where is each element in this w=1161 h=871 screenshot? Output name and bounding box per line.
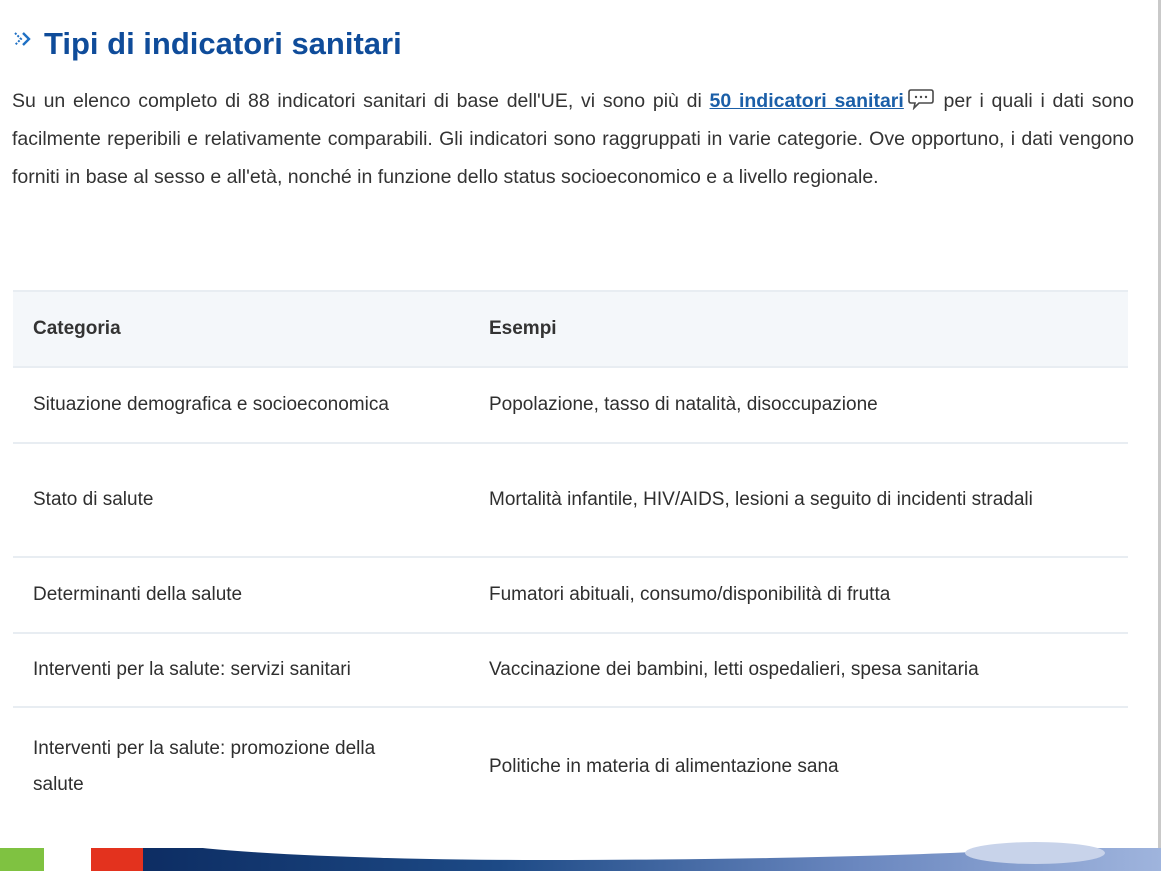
table-row: Interventi per la salute: promozione del… xyxy=(13,708,1128,826)
footer-color-bar xyxy=(0,834,1161,871)
page-title: Tipi di indicatori sanitari xyxy=(12,26,402,62)
category-cell: Interventi per la salute: servizi sanita… xyxy=(33,659,351,680)
table-row: Situazione demografica e socioeconomica … xyxy=(13,368,1128,444)
category-cell: Situazione demografica e socioeconomica xyxy=(33,394,389,415)
examples-cell: Mortalità infantile, HIV/AIDS, lesioni a… xyxy=(489,489,1033,510)
table-row: Determinanti della salute Fumatori abitu… xyxy=(13,558,1128,634)
examples-cell: Vaccinazione dei bambini, letti ospedali… xyxy=(489,659,979,680)
category-cell: Determinanti della salute xyxy=(33,584,243,605)
examples-cell: Popolazione, tasso di natalità, disoccup… xyxy=(489,394,878,415)
intro-paragraph: Su un elenco completo di 88 indicatori s… xyxy=(12,82,1134,196)
table-row: Stato di salute Mortalità infantile, HIV… xyxy=(13,444,1128,558)
indicators-link[interactable]: 50 indicatori sanitari xyxy=(710,90,904,112)
footer-red-block xyxy=(91,848,143,871)
indicators-table: Categoria Esempi Situazione demografica … xyxy=(13,290,1128,826)
category-cell: Interventi per la salute: promozione del… xyxy=(33,738,376,795)
category-cell: Stato di salute xyxy=(33,489,154,510)
intro-text-start: Su un elenco completo di 88 indicatori s… xyxy=(12,90,710,112)
examples-cell: Politiche in materia di alimentazione sa… xyxy=(489,756,839,777)
table-header-row: Categoria Esempi xyxy=(13,292,1128,368)
column-header-examples: Esempi xyxy=(489,318,557,339)
speech-bubble-icon[interactable] xyxy=(908,85,934,111)
page-title-text: Tipi di indicatori sanitari xyxy=(44,26,402,61)
table-row: Interventi per la salute: servizi sanita… xyxy=(13,634,1128,708)
column-header-category: Categoria xyxy=(33,318,121,339)
double-chevron-right-icon xyxy=(12,29,38,55)
footer-green-block xyxy=(0,848,44,871)
examples-cell: Fumatori abituali, consumo/disponibilità… xyxy=(489,584,891,605)
footer-swoosh-highlight xyxy=(965,842,1105,864)
